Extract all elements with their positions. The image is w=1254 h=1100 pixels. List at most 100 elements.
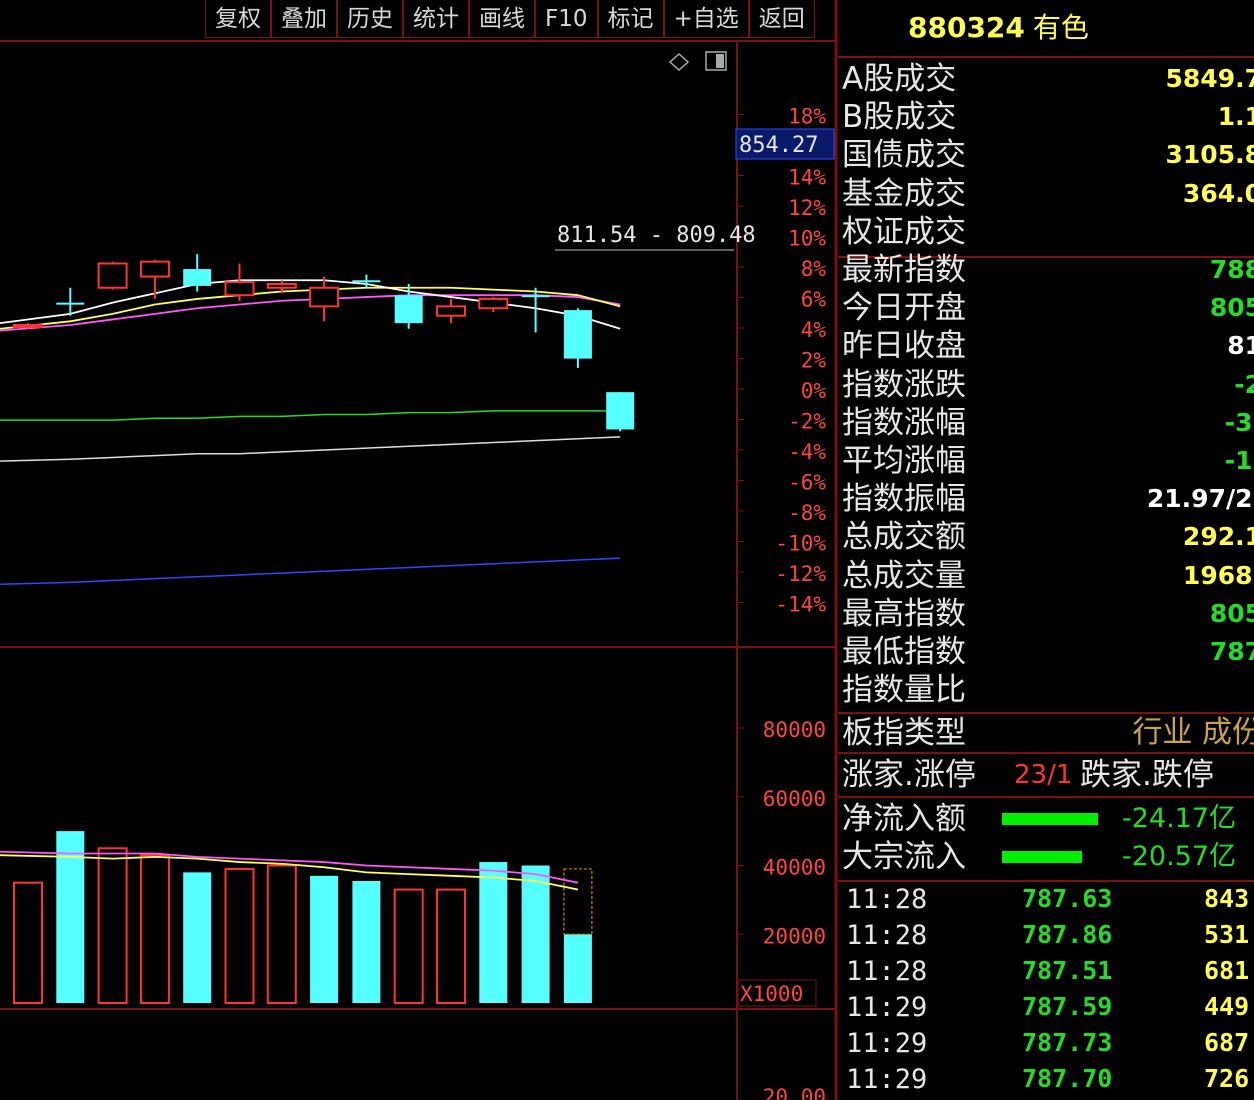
quote-panel: 880324 有色 A股成交 5849.7 B股成交 1.1 国债成交 3105.8 基金成交… [838, 0, 1254, 1100]
kline-chart[interactable]: 18% 14% 12% 10% 8% 6% 4% 2% 0% -2% -4% -6% -8% -10% -1… [0, 0, 838, 1100]
pct-label-4: 8% [801, 257, 827, 281]
index-type-row: 板指类型 行业 成份 [842, 714, 1254, 752]
stat-label: 国债成交 [842, 137, 966, 174]
pct-label-11: -6% [788, 471, 826, 495]
candle-body-0 [13, 324, 43, 329]
index-type-value: 行业 成份 [1132, 715, 1254, 750]
pct-label-10: -4% [788, 440, 826, 464]
stat-label: 最新指数 [842, 252, 966, 288]
candle-body-10 [436, 305, 466, 317]
toolbar-button-3[interactable]: 统计 [403, 0, 469, 38]
updown-label-2: 跌家.跌停 [1080, 757, 1214, 793]
candle-body-7 [309, 286, 340, 308]
stat-row: 指数振幅 21.97/2. [842, 480, 1254, 518]
candle-body-14 [606, 392, 635, 430]
candle-body-8 [352, 280, 381, 283]
volume-bar-10 [436, 888, 466, 1004]
stat-value: 292.1 [1182, 522, 1254, 552]
ma60-line [0, 410, 621, 421]
toolbar-button-0[interactable]: 复权 [205, 0, 271, 38]
vol-axis-label-1: 60000 [763, 787, 826, 811]
toolbar-button-5[interactable]: F10 [535, 0, 598, 38]
tick-price: 787.59 [1022, 992, 1113, 1021]
stat-row: 平均涨幅 -1. [842, 442, 1254, 480]
tick-row: 11:28 787.63 843. [842, 884, 1254, 922]
stat-row: 总成交量 1968. [842, 557, 1254, 595]
tick-time: 11:29 [846, 992, 928, 1023]
panel-sep-3 [838, 752, 1254, 754]
updown-row: 涨家.涨停 23/1 跌家.跌停 [842, 756, 1254, 794]
stat-value: 788 [1209, 255, 1254, 284]
volume-bar-12 [521, 865, 550, 1003]
stat-label: 最低指数 [842, 634, 966, 670]
tick-time: 11:28 [846, 956, 928, 987]
tick-time: 11:29 [846, 1028, 928, 1059]
stat-label: 总成交量 [842, 557, 966, 594]
candle-body-2 [97, 262, 128, 289]
candle-body-3 [139, 260, 170, 278]
candle-body-9 [394, 295, 423, 324]
stat-row: 昨日收盘 81 [842, 327, 1254, 365]
flow-bar [1002, 851, 1082, 863]
volume-bar-11 [479, 862, 508, 1003]
stat-row: 最高指数 805 [842, 595, 1254, 633]
stat-label: 指数量比 [842, 672, 966, 709]
pct-label-13: -10% [775, 532, 826, 556]
pct-label-6: 4% [801, 318, 827, 342]
pct-label-2: 12% [788, 196, 826, 220]
flow-row: 净流入额 -24.17亿 [842, 800, 1254, 838]
stat-value: 21.97/2. [1146, 484, 1254, 514]
stat-label: 指数涨跌 [842, 366, 966, 403]
candle-body-5 [224, 281, 255, 297]
stat-value: 1968. [1182, 560, 1254, 590]
toolbar-button-6[interactable]: 标记 [597, 0, 664, 38]
toolbar-button-7[interactable]: +自选 [663, 0, 749, 38]
toolbar-button-2[interactable]: 历史 [337, 0, 403, 38]
tick-volume: 726. [1204, 1064, 1254, 1093]
pct-label-5: 6% [801, 288, 827, 312]
volume-bar-0 [13, 881, 43, 1004]
pct-label-12: -8% [788, 501, 826, 525]
ma250-line [0, 557, 621, 586]
tick-volume: 681. [1204, 956, 1254, 985]
chart-toolbar: 复权 叠加 历史 统计 画线 F10 标记 +自选 返回 [205, 0, 837, 40]
candle-body-11 [478, 297, 509, 310]
stat-row: 指数涨幅 -3. [842, 404, 1254, 442]
volume-bar-4 [183, 872, 212, 1003]
tick-volume: 449. [1204, 992, 1254, 1021]
tick-row: 11:29 787.59 449. [842, 992, 1254, 1030]
stat-label: 平均涨幅 [842, 443, 966, 479]
tick-price: 787.63 [1022, 884, 1113, 913]
tick-price: 787.70 [1022, 1064, 1113, 1093]
index-code: 880324 [908, 11, 1025, 44]
flow-value: -20.57亿 [1122, 841, 1237, 872]
toolbar-button-1[interactable]: 叠加 [271, 0, 337, 38]
candle-body-1 [56, 302, 85, 305]
vol-unit-label: X1000 [740, 982, 803, 1006]
stat-label: A股成交 [842, 61, 957, 97]
toolbar-button-4[interactable]: 画线 [469, 0, 535, 38]
toolbar-button-8[interactable]: 返回 [748, 0, 815, 38]
index-type-label: 板指类型 [842, 715, 966, 751]
vol-axis-label-2: 40000 [763, 856, 826, 880]
stat-value: 787 [1209, 637, 1254, 666]
volume-bar-13 [563, 934, 592, 1003]
volume-bar-9 [393, 888, 424, 1004]
pct-label-0: 18% [788, 105, 826, 129]
tick-price: 787.73 [1022, 1028, 1113, 1057]
current-price-tag: 854.27 [739, 133, 818, 158]
tick-volume: 687. [1204, 1028, 1254, 1057]
stat-row: 国债成交 3105.8 [842, 136, 1254, 174]
diamond-icon [668, 52, 690, 72]
stat-label: 今日开盘 [842, 290, 966, 327]
panel-sep-top [838, 56, 1254, 58]
stat-row: 权证成交 [842, 213, 1254, 251]
index-name: 有色 [1032, 11, 1089, 44]
stat-value: 81 [1227, 331, 1254, 361]
pct-label-14: -12% [775, 562, 826, 586]
updown-value: 23/1 [1014, 760, 1073, 790]
stat-row: 最新指数 788 [842, 251, 1254, 289]
vol-axis-label-3: 20000 [763, 924, 826, 948]
stat-value: 805 [1209, 598, 1254, 628]
volume-bar-6 [266, 864, 297, 1004]
